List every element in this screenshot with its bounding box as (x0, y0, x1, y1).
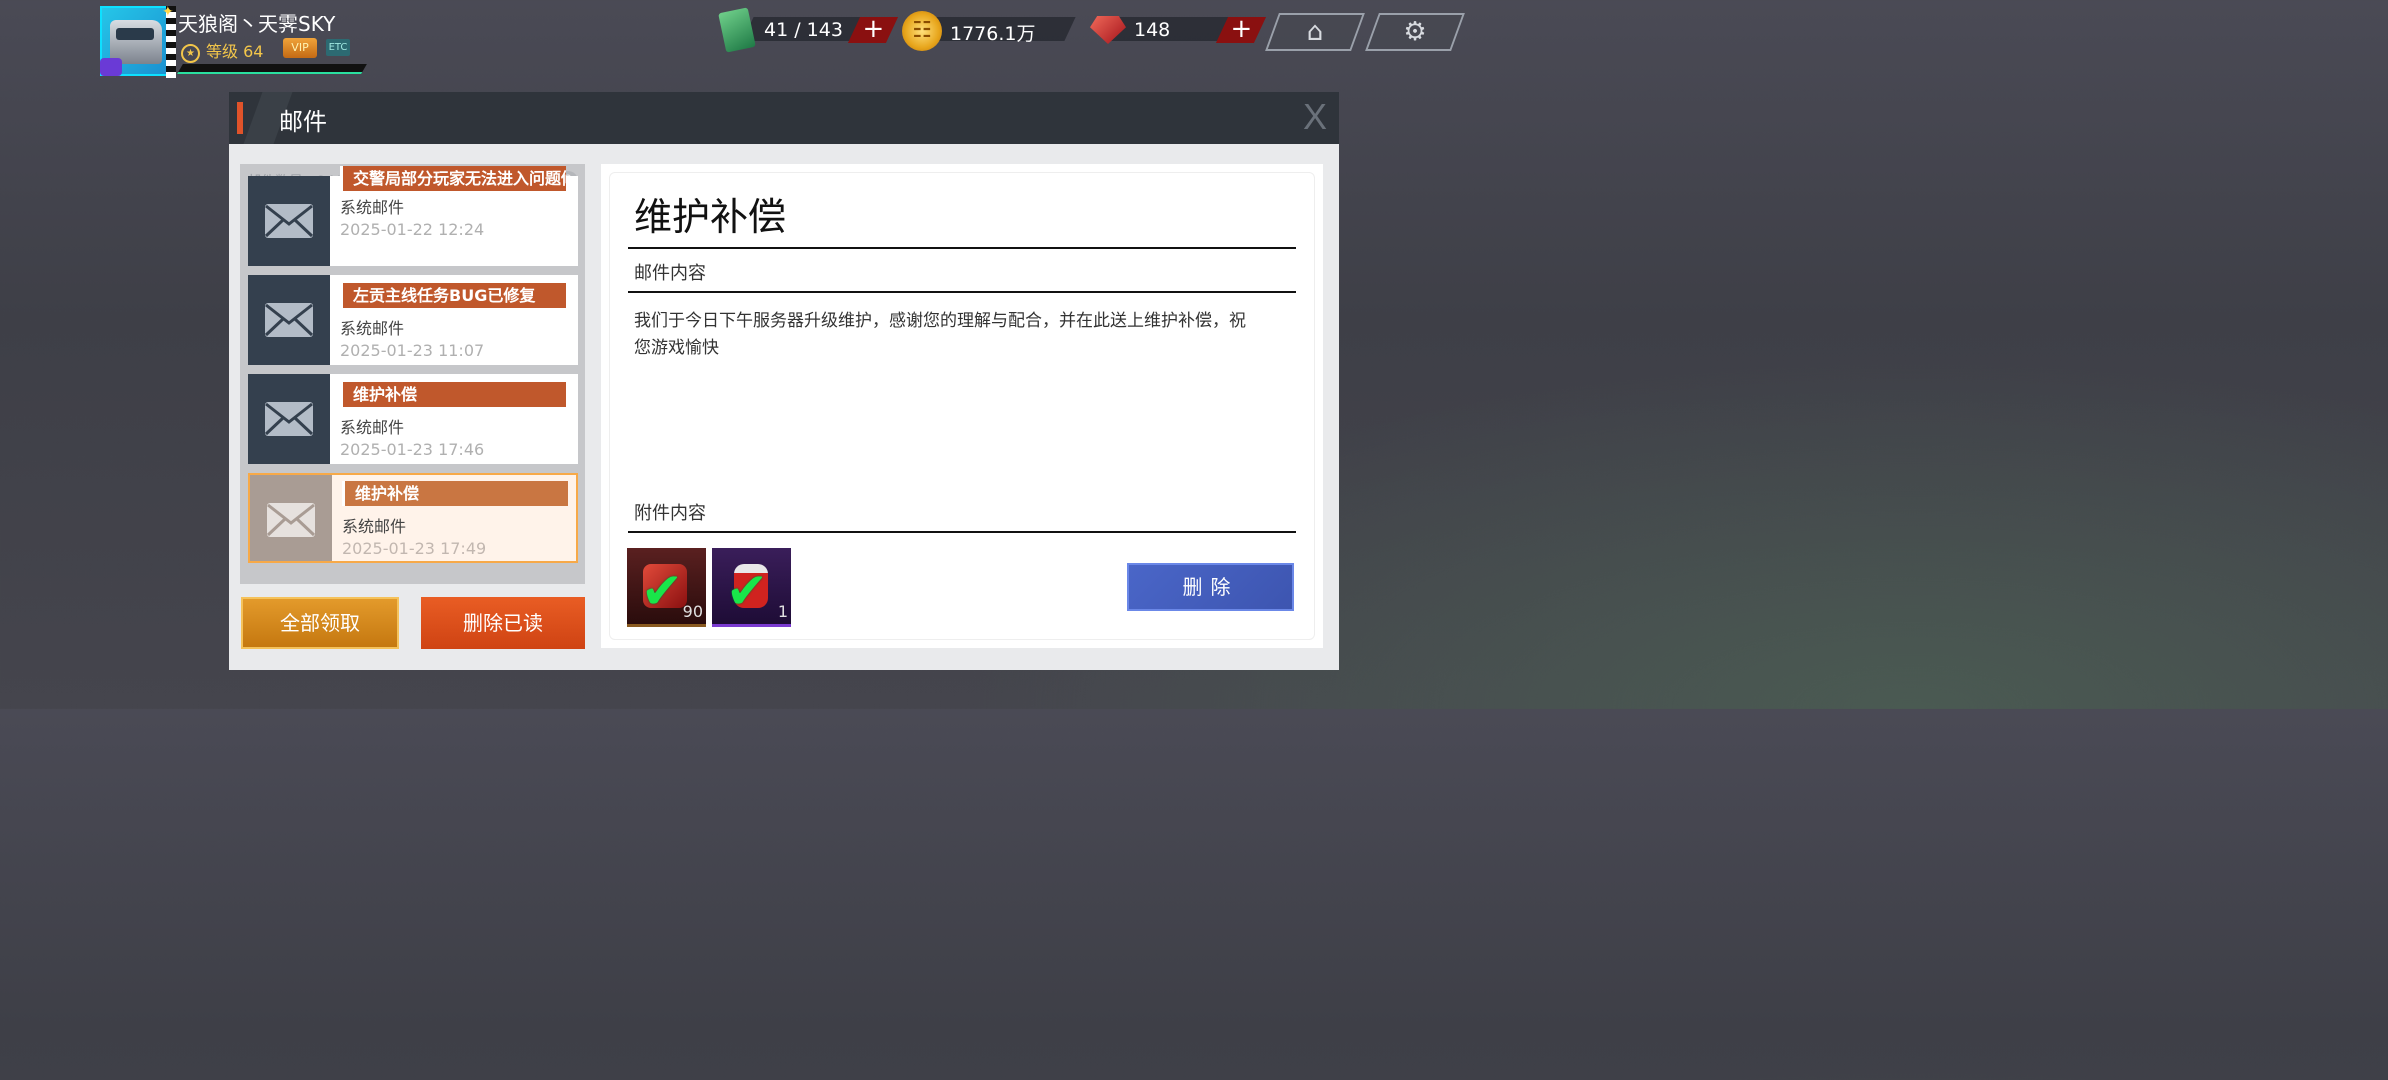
divider (628, 531, 1296, 533)
claimed-check-icon: ✔ (726, 562, 768, 620)
gem-value: 148 (1134, 19, 1171, 41)
mail-content-label: 邮件内容 (634, 263, 706, 284)
envelope-icon (250, 475, 332, 561)
level-star-icon: ★ (181, 44, 200, 63)
mail-item[interactable]: 交警局部分玩家无法进入问题修复补偿 系统邮件 2025-01-22 12:24 (248, 166, 578, 266)
dialog-title: 邮件 (279, 108, 327, 136)
mail-sender: 系统邮件 (340, 418, 405, 437)
mail-body: 我们于今日下午服务器升级维护，感谢您的理解与配合，并在此送上维护补偿，祝您游戏愉… (634, 311, 1246, 358)
gear-icon: ⚙ (1403, 17, 1427, 47)
etc-badge[interactable]: ETC (326, 39, 350, 56)
attachment-label: 附件内容 (634, 503, 706, 524)
experience-bar (177, 64, 367, 74)
attachment-quantity: 1 (777, 602, 788, 621)
mail-detail: 维护补偿 邮件内容 我们于今日下午服务器升级维护，感谢您的理解与配合，并在此送上… (601, 164, 1323, 648)
mail-subject: 左贡主线任务BUG已修复 (340, 283, 566, 308)
level-value: 64 (243, 42, 264, 61)
mail-item[interactable]: 左贡主线任务BUG已修复 系统邮件 2025-01-23 11:07 (248, 275, 578, 365)
mail-subject: 维护补偿 (340, 382, 566, 407)
divider (628, 247, 1296, 249)
shop-button[interactable]: ⌂ (1265, 13, 1365, 51)
fuel-value: 41 / 143 (764, 19, 843, 41)
dialog-header: 邮件 X (229, 92, 1339, 144)
mail-subject: 交警局部分玩家无法进入问题修复补偿 (340, 166, 566, 191)
coin-icon: ☷ (902, 11, 942, 51)
mail-time: 2025-01-23 11:07 (340, 341, 485, 360)
mail-item-selected[interactable]: 维护补偿 系统邮件 2025-01-23 17:49 (248, 473, 578, 563)
divider (628, 291, 1296, 293)
fuel-resource: 41 / 143 + (740, 13, 899, 45)
mail-time: 2025-01-23 17:46 (340, 440, 485, 459)
envelope-icon (248, 374, 330, 464)
player-avatar[interactable]: ✦ (100, 4, 176, 78)
mail-sender: 系统邮件 (340, 198, 405, 217)
attachment-quantity: 90 (682, 602, 703, 621)
coin-value: 1776.1万 (950, 23, 1036, 45)
attachment-item[interactable]: ✔ 1 (712, 548, 791, 627)
sparkle-icon: ✦ (162, 4, 174, 20)
delete-read-button[interactable]: 删除已读 (421, 597, 585, 649)
envelope-icon (248, 275, 330, 365)
shop-icon: ⌂ (1306, 17, 1324, 47)
mail-subject: 维护补偿 (342, 481, 568, 506)
mail-list[interactable]: 邮件数量：24/100 ? 交警局部分玩家无法进入问题修复补偿 系统邮件 202… (240, 164, 585, 584)
player-name: 天狼阁丶天霁SKY (178, 12, 336, 36)
mail-sender: 系统邮件 (340, 319, 405, 338)
mail-dialog: 邮件 X 邮件数量：24/100 ? 交警局部分玩家无法进入问题修复补偿 系统邮… (229, 92, 1339, 670)
envelope-icon (248, 176, 330, 266)
mail-time: 2025-01-22 12:24 (340, 220, 485, 239)
gem-resource: 148 + (1104, 13, 1267, 45)
delete-button[interactable]: 删除 (1127, 563, 1294, 611)
mail-item[interactable]: 维护补偿 系统邮件 2025-01-23 17:46 (248, 374, 578, 464)
player-level: ★ 等级 64 (181, 38, 263, 63)
settings-button[interactable]: ⚙ (1365, 13, 1465, 51)
claimed-check-icon: ✔ (641, 562, 683, 620)
attachment-item[interactable]: ✔ 90 (627, 548, 706, 627)
vip-badge[interactable]: VIP (283, 38, 317, 58)
mail-sender: 系统邮件 (342, 517, 407, 536)
avatar-frame-badge-icon (100, 58, 122, 76)
close-button[interactable]: X (1303, 96, 1327, 138)
mail-time: 2025-01-23 17:49 (342, 539, 487, 558)
mail-detail-title: 维护补偿 (634, 195, 787, 239)
header-accent (237, 102, 243, 134)
claim-all-button[interactable]: 全部领取 (241, 597, 399, 649)
coin-resource: 1776.1万 (924, 13, 1076, 45)
